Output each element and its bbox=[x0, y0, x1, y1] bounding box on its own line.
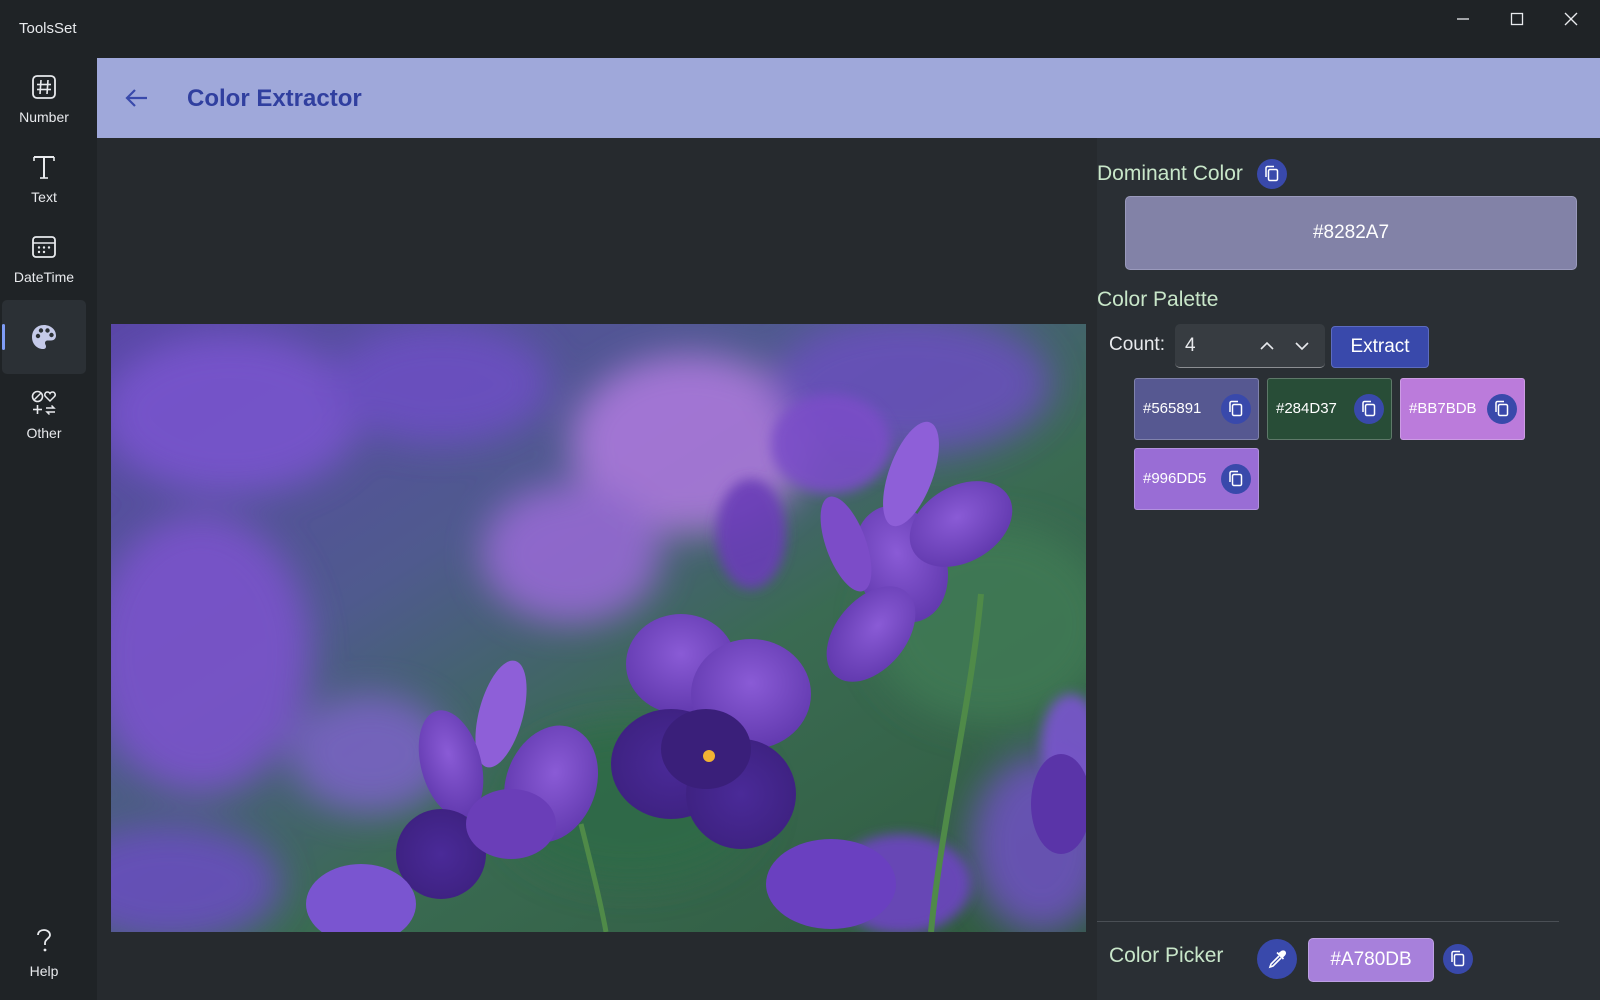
copy-swatch-button[interactable] bbox=[1354, 394, 1384, 424]
copy-dominant-button[interactable] bbox=[1257, 159, 1287, 189]
sidebar-item-other[interactable]: Other bbox=[2, 378, 86, 452]
swatch-hex: #284D37 bbox=[1276, 400, 1337, 417]
hash-icon bbox=[30, 73, 58, 101]
decrement-button[interactable] bbox=[1290, 334, 1314, 358]
sidebar-item-text[interactable]: Text bbox=[2, 142, 86, 216]
copy-picker-button[interactable] bbox=[1443, 944, 1473, 974]
sidebar-item-number[interactable]: Number bbox=[2, 62, 86, 136]
picked-color-swatch: #A780DB bbox=[1308, 938, 1434, 982]
maximize-button[interactable] bbox=[1490, 0, 1544, 38]
palette-swatch[interactable]: #565891 bbox=[1134, 378, 1259, 440]
sidebar-item-label: Help bbox=[29, 963, 59, 979]
copy-swatch-button[interactable] bbox=[1221, 464, 1251, 494]
title-bar: ToolsSet bbox=[0, 0, 1600, 58]
eyedropper-icon bbox=[1268, 950, 1287, 969]
back-arrow-icon bbox=[125, 89, 147, 107]
active-indicator bbox=[2, 324, 5, 350]
flower-image[interactable] bbox=[111, 324, 1086, 932]
close-button[interactable] bbox=[1544, 0, 1598, 38]
copy-swatch-button[interactable] bbox=[1221, 394, 1251, 424]
palette-swatch[interactable]: #BB7BDB bbox=[1400, 378, 1525, 440]
chevron-up-icon bbox=[1260, 341, 1274, 350]
dominant-color-title: Dominant Color bbox=[1097, 162, 1243, 185]
swatch-hex: #BB7BDB bbox=[1409, 400, 1477, 417]
dominant-color-swatch: #8282A7 bbox=[1125, 196, 1577, 270]
color-palette-title: Color Palette bbox=[1097, 288, 1219, 311]
app-title: ToolsSet bbox=[19, 20, 77, 37]
palette-icon bbox=[30, 323, 58, 351]
copy-icon bbox=[1229, 400, 1243, 417]
sidebar-item-help[interactable]: Help bbox=[2, 916, 86, 990]
sidebar-item-label: Number bbox=[19, 109, 69, 125]
page-header: Color Extractor bbox=[97, 58, 1600, 138]
increment-button[interactable] bbox=[1255, 334, 1279, 358]
text-t-icon bbox=[30, 153, 58, 181]
shapes-icon bbox=[30, 389, 58, 417]
calendar-icon bbox=[30, 233, 58, 261]
page-title: Color Extractor bbox=[187, 85, 362, 112]
swatch-hex: #996DD5 bbox=[1143, 470, 1207, 487]
palette-swatch[interactable]: #996DD5 bbox=[1134, 448, 1259, 510]
back-button[interactable] bbox=[119, 80, 155, 116]
maximize-icon bbox=[1510, 12, 1524, 26]
extract-button[interactable]: Extract bbox=[1331, 326, 1429, 368]
copy-icon bbox=[1229, 470, 1243, 487]
chevron-down-icon bbox=[1295, 342, 1309, 351]
close-icon bbox=[1564, 12, 1578, 26]
sidebar-item-datetime[interactable]: DateTime bbox=[2, 222, 86, 296]
sidebar: Number Text DateTime Other Help bbox=[0, 58, 88, 1000]
sidebar-item-label: DateTime bbox=[13, 269, 75, 285]
copy-icon bbox=[1362, 400, 1376, 417]
results-panel: Dominant Color #8282A7 Color Palette Cou… bbox=[1097, 138, 1600, 1000]
copy-icon bbox=[1495, 400, 1509, 417]
content-area: Color Extractor Dominant Color #8282A7 C… bbox=[97, 58, 1600, 1000]
copy-swatch-button[interactable] bbox=[1487, 394, 1517, 424]
color-picker-title: Color Picker bbox=[1109, 944, 1224, 967]
copy-icon bbox=[1265, 165, 1279, 182]
count-label: Count: bbox=[1109, 334, 1165, 355]
copy-icon bbox=[1451, 950, 1465, 967]
image-panel[interactable] bbox=[97, 138, 1097, 1000]
minimize-button[interactable] bbox=[1436, 0, 1490, 38]
count-value[interactable]: 4 bbox=[1185, 335, 1196, 357]
sidebar-item-label: Text bbox=[31, 189, 57, 205]
sidebar-item-label: Other bbox=[26, 425, 62, 441]
divider bbox=[1097, 921, 1559, 922]
sidebar-item-color[interactable] bbox=[2, 300, 86, 374]
count-stepper[interactable]: 4 bbox=[1175, 324, 1325, 368]
eyedropper-button[interactable] bbox=[1257, 939, 1297, 979]
question-icon bbox=[30, 927, 58, 955]
palette-swatch[interactable]: #284D37 bbox=[1267, 378, 1392, 440]
swatch-hex: #565891 bbox=[1143, 400, 1202, 417]
minimize-icon bbox=[1457, 18, 1469, 20]
